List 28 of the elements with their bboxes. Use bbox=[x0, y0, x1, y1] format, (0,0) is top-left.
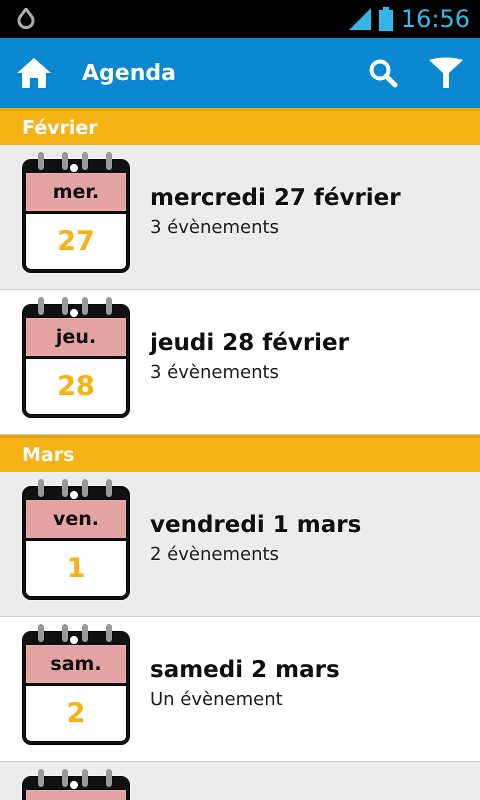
day-title: vendredi 1 mars bbox=[150, 512, 362, 538]
search-icon[interactable] bbox=[368, 58, 398, 88]
signal-icon bbox=[348, 8, 371, 30]
screen-title: Agenda bbox=[82, 60, 177, 86]
event-count: Un évènement bbox=[150, 689, 284, 710]
filter-icon[interactable] bbox=[428, 57, 464, 89]
weekday-label: mer. bbox=[26, 173, 126, 214]
weekday-label: sam. bbox=[26, 645, 126, 686]
battery-icon bbox=[378, 7, 393, 31]
day-number: 1 bbox=[66, 552, 86, 586]
event-count: 2 évènements bbox=[150, 544, 280, 565]
month-header: Mars bbox=[0, 435, 480, 472]
day-number: 27 bbox=[56, 225, 96, 259]
day-title: mercredi 27 février bbox=[150, 185, 401, 211]
day-row[interactable]: ven. 1 vendredi 1 mars 2 évènements bbox=[0, 472, 480, 617]
clock-time: 16:56 bbox=[400, 5, 470, 33]
event-count: 3 évènements bbox=[150, 217, 280, 238]
day-title: samedi 2 mars bbox=[150, 657, 340, 683]
drop-icon bbox=[16, 8, 36, 30]
day-row[interactable]: mer. 27 mercredi 27 février 3 évènements bbox=[0, 145, 480, 290]
month-header: Février bbox=[0, 108, 480, 145]
weekday-label: ven. bbox=[26, 500, 126, 541]
day-number: 2 bbox=[66, 697, 86, 731]
weekday-label: jeu. bbox=[26, 318, 126, 359]
day-number: 28 bbox=[56, 370, 96, 404]
home-icon[interactable] bbox=[16, 57, 52, 89]
day-title: jeudi 28 février bbox=[150, 330, 349, 356]
event-count: 3 évènements bbox=[150, 362, 280, 383]
